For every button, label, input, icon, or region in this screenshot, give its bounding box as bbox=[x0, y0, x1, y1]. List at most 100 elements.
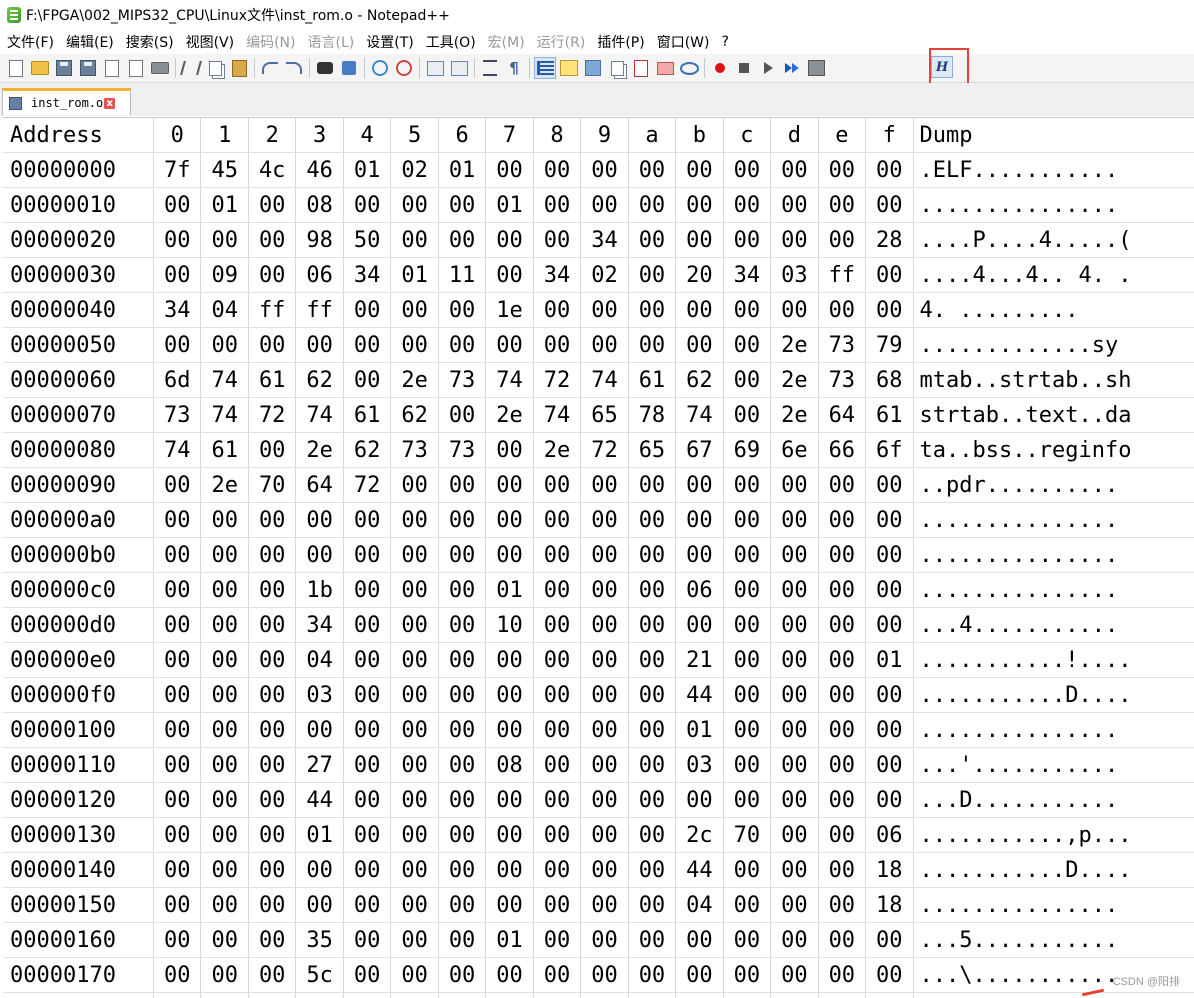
hex-byte-cell[interactable]: 02 bbox=[581, 258, 628, 293]
hex-byte-cell[interactable]: 00 bbox=[486, 713, 533, 748]
hex-byte-cell[interactable]: 00 bbox=[248, 608, 295, 643]
hex-byte-cell[interactable]: ff bbox=[818, 258, 865, 293]
hex-byte-cell[interactable]: 34 bbox=[533, 258, 580, 293]
hex-byte-cell[interactable]: 00 bbox=[818, 993, 865, 998]
hex-byte-cell[interactable]: 00 bbox=[723, 748, 770, 783]
hex-byte-cell[interactable]: 00 bbox=[391, 643, 438, 678]
hex-byte-cell[interactable]: 61 bbox=[248, 363, 295, 398]
hex-byte-cell[interactable]: 00 bbox=[723, 328, 770, 363]
hex-byte-cell[interactable]: 64 bbox=[818, 398, 865, 433]
hex-byte-cell[interactable]: 00 bbox=[248, 748, 295, 783]
hex-byte-cell[interactable]: 00 bbox=[771, 993, 818, 998]
ascii-dump-cell[interactable]: ............... bbox=[913, 503, 1194, 538]
hex-byte-cell[interactable]: 00 bbox=[533, 923, 580, 958]
document-map-button[interactable] bbox=[582, 57, 604, 79]
hex-byte-cell[interactable]: 00 bbox=[771, 958, 818, 993]
hex-byte-cell[interactable]: 00 bbox=[154, 993, 201, 998]
hex-byte-cell[interactable]: 00 bbox=[486, 643, 533, 678]
hex-byte-cell[interactable]: 2e bbox=[486, 398, 533, 433]
hex-byte-cell[interactable]: 00 bbox=[343, 958, 390, 993]
hex-byte-cell[interactable]: 00 bbox=[343, 678, 390, 713]
hex-byte-cell[interactable]: 00 bbox=[343, 923, 390, 958]
hex-byte-cell[interactable]: 00 bbox=[723, 223, 770, 258]
hex-byte-cell[interactable]: 62 bbox=[296, 363, 343, 398]
hex-byte-cell[interactable]: 00 bbox=[533, 573, 580, 608]
hex-byte-cell[interactable]: 00 bbox=[676, 223, 723, 258]
hex-byte-cell[interactable]: 00 bbox=[154, 573, 201, 608]
hex-byte-cell[interactable]: 62 bbox=[343, 433, 390, 468]
hex-byte-cell[interactable]: 00 bbox=[248, 433, 295, 468]
hex-byte-cell[interactable]: 00 bbox=[248, 958, 295, 993]
hex-byte-cell[interactable]: 73 bbox=[438, 433, 485, 468]
hex-byte-cell[interactable]: 09 bbox=[201, 258, 248, 293]
hex-byte-cell[interactable]: 70 bbox=[723, 818, 770, 853]
replace-button[interactable] bbox=[338, 57, 360, 79]
hex-byte-cell[interactable]: 00 bbox=[201, 643, 248, 678]
hex-byte-cell[interactable]: 00 bbox=[533, 328, 580, 363]
hex-byte-cell[interactable]: 00 bbox=[818, 188, 865, 223]
hex-byte-cell[interactable]: 00 bbox=[201, 958, 248, 993]
hex-byte-cell[interactable]: 00 bbox=[201, 748, 248, 783]
hex-byte-cell[interactable]: 00 bbox=[771, 293, 818, 328]
hex-byte-cell[interactable]: 62 bbox=[676, 363, 723, 398]
hex-byte-cell[interactable]: 00 bbox=[486, 958, 533, 993]
hex-byte-cell[interactable]: 34 bbox=[343, 258, 390, 293]
ascii-dump-cell[interactable]: ...........D.... bbox=[913, 853, 1194, 888]
hex-byte-cell[interactable]: 5c bbox=[296, 958, 343, 993]
ascii-dump-cell[interactable]: mtab..strtab..sh bbox=[913, 363, 1194, 398]
hex-byte-cell[interactable]: 00 bbox=[154, 258, 201, 293]
hex-byte-cell[interactable]: 20 bbox=[676, 258, 723, 293]
hex-byte-cell[interactable]: 00 bbox=[438, 503, 485, 538]
hex-byte-cell[interactable]: 08 bbox=[486, 748, 533, 783]
hex-byte-cell[interactable]: 00 bbox=[581, 678, 628, 713]
hex-byte-cell[interactable]: 18 bbox=[866, 888, 913, 923]
hex-byte-cell[interactable]: 01 bbox=[296, 818, 343, 853]
hex-byte-cell[interactable]: 00 bbox=[533, 783, 580, 818]
hex-byte-cell[interactable]: 00 bbox=[723, 713, 770, 748]
hex-byte-cell[interactable]: 00 bbox=[201, 503, 248, 538]
hex-byte-cell[interactable]: 00 bbox=[343, 503, 390, 538]
ascii-dump-cell[interactable]: ...........,p... bbox=[913, 818, 1194, 853]
hex-byte-cell[interactable]: 00 bbox=[723, 188, 770, 223]
hex-byte-cell[interactable]: 01 bbox=[866, 643, 913, 678]
hex-byte-cell[interactable]: 00 bbox=[391, 573, 438, 608]
hex-byte-cell[interactable]: 00 bbox=[486, 853, 533, 888]
hex-byte-cell[interactable]: 00 bbox=[818, 503, 865, 538]
save-button[interactable] bbox=[53, 57, 75, 79]
hex-byte-cell[interactable]: 00 bbox=[723, 398, 770, 433]
hex-byte-cell[interactable]: 00 bbox=[771, 573, 818, 608]
hex-byte-cell[interactable]: 46 bbox=[296, 153, 343, 188]
hex-byte-cell[interactable]: 00 bbox=[628, 153, 675, 188]
menu-item[interactable]: 窗口(W) bbox=[652, 32, 715, 52]
hex-byte-cell[interactable]: 00 bbox=[628, 853, 675, 888]
hex-byte-cell[interactable]: 00 bbox=[533, 713, 580, 748]
hex-byte-cell[interactable]: 00 bbox=[486, 818, 533, 853]
hex-byte-cell[interactable]: 00 bbox=[533, 608, 580, 643]
hex-byte-cell[interactable]: 00 bbox=[866, 188, 913, 223]
hex-byte-cell[interactable]: 00 bbox=[296, 888, 343, 923]
hex-byte-cell[interactable]: 34 bbox=[296, 608, 343, 643]
ascii-dump-cell[interactable]: ...........!.... bbox=[913, 643, 1194, 678]
hex-byte-cell[interactable]: 01 bbox=[391, 258, 438, 293]
ascii-dump-cell[interactable]: ...'........... bbox=[913, 748, 1194, 783]
hex-byte-cell[interactable]: 34 bbox=[581, 223, 628, 258]
hex-byte-cell[interactable]: 00 bbox=[201, 853, 248, 888]
hex-byte-cell[interactable]: 00 bbox=[818, 223, 865, 258]
close-button[interactable] bbox=[101, 57, 123, 79]
tab-close-icon[interactable]: x bbox=[104, 98, 115, 109]
hex-byte-cell[interactable]: 00 bbox=[154, 468, 201, 503]
ascii-dump-cell[interactable]: 4. ......... bbox=[913, 293, 1194, 328]
hex-byte-cell[interactable]: 79 bbox=[866, 328, 913, 363]
menu-item[interactable]: 编辑(E) bbox=[61, 32, 119, 52]
hex-byte-cell[interactable]: 00 bbox=[723, 853, 770, 888]
document-list-button[interactable] bbox=[606, 57, 628, 79]
hex-byte-cell[interactable]: 00 bbox=[866, 153, 913, 188]
hex-byte-cell[interactable]: 00 bbox=[154, 958, 201, 993]
hex-byte-cell[interactable]: 00 bbox=[201, 888, 248, 923]
hex-byte-cell[interactable]: 00 bbox=[343, 713, 390, 748]
zoom-in-button[interactable] bbox=[369, 57, 391, 79]
hex-byte-cell[interactable]: 00 bbox=[581, 573, 628, 608]
hex-byte-cell[interactable]: 73 bbox=[154, 398, 201, 433]
hex-byte-cell[interactable]: 00 bbox=[391, 678, 438, 713]
menu-item[interactable]: ? bbox=[717, 34, 734, 50]
